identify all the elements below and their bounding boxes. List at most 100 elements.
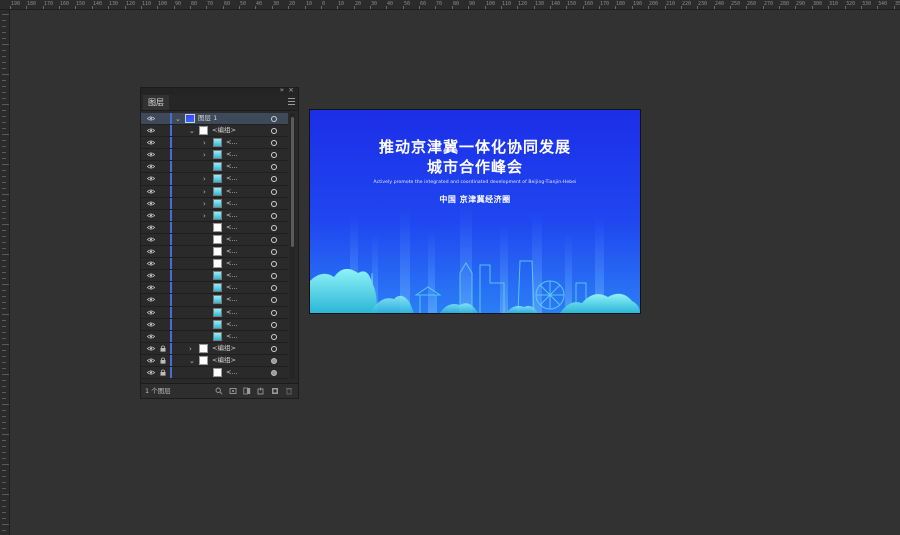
target-circle-icon[interactable] [271,140,277,147]
lock-toggle-icon[interactable] [160,345,166,352]
expand-chevron-icon[interactable]: › [203,139,206,147]
lock-toggle-icon[interactable] [160,151,166,158]
lock-toggle-icon[interactable] [160,260,166,267]
target-circle-icon[interactable] [271,164,277,171]
target-circle-icon[interactable] [271,128,277,135]
object-row[interactable]: <... [141,330,288,343]
target-circle-icon[interactable] [271,116,277,122]
lock-toggle-icon[interactable] [160,200,166,207]
target-circle-icon[interactable] [271,357,277,364]
object-row[interactable]: <... [141,221,288,234]
visibility-eye-icon[interactable] [147,273,155,278]
object-row[interactable]: <... [141,282,288,295]
lock-toggle-icon[interactable] [160,296,166,303]
visibility-eye-icon[interactable] [147,297,155,302]
scrollbar-thumb[interactable] [291,117,294,247]
target-circle-icon[interactable] [271,285,277,292]
visibility-eye-icon[interactable] [147,346,155,351]
lock-toggle-icon[interactable] [160,139,166,146]
object-row[interactable]: <... [141,306,288,319]
target-circle-icon[interactable] [271,333,277,340]
new-layer-icon[interactable] [271,387,279,395]
object-row[interactable]: › <... [141,137,288,150]
visibility-eye-icon[interactable] [147,249,155,254]
visibility-eye-icon[interactable] [147,285,155,290]
lock-toggle-icon[interactable] [160,357,166,364]
collapse-chevron-icon[interactable]: ⌄ [189,357,195,365]
expand-chevron-icon[interactable]: › [203,212,206,220]
visibility-eye-icon[interactable] [147,176,155,181]
target-circle-icon[interactable] [271,200,277,207]
visibility-eye-icon[interactable] [147,116,155,121]
expand-chevron-icon[interactable]: › [203,175,206,183]
lock-toggle-icon[interactable] [160,175,166,182]
object-row[interactable]: <... [141,258,288,271]
collapse-chevron-icon[interactable]: ⌄ [189,127,195,135]
group-row[interactable]: ⌄ <编组> [141,125,288,138]
lock-toggle-icon[interactable] [160,236,166,243]
layer-list-scrollbar[interactable] [290,113,295,379]
target-circle-icon[interactable] [271,188,277,195]
target-circle-icon[interactable] [271,273,277,280]
new-sublayer-icon[interactable] [257,387,265,395]
visibility-eye-icon[interactable] [147,358,155,363]
visibility-eye-icon[interactable] [147,213,155,218]
lock-toggle-icon[interactable] [160,321,166,328]
collapse-panel-icon[interactable]: » [280,86,284,94]
artboard[interactable]: 推动京津冀一体化协同发展 城市合作峰会 Actively promote the… [309,109,641,314]
lock-toggle-icon[interactable] [160,127,166,134]
visibility-eye-icon[interactable] [147,201,155,206]
lock-toggle-icon[interactable] [160,333,166,340]
target-circle-icon[interactable] [271,212,277,219]
lock-toggle-icon[interactable] [160,115,166,122]
visibility-eye-icon[interactable] [147,322,155,327]
group-row[interactable]: › <编组> [141,342,288,355]
lock-toggle-icon[interactable] [160,369,166,376]
target-circle-icon[interactable] [271,176,277,183]
visibility-eye-icon[interactable] [147,128,155,133]
lock-toggle-icon[interactable] [160,224,166,231]
visibility-eye-icon[interactable] [147,310,155,315]
target-circle-icon[interactable] [271,369,277,376]
lock-toggle-icon[interactable] [160,284,166,291]
group-row[interactable]: ⌄ <编组> [141,354,288,367]
object-row[interactable]: › <... [141,185,288,198]
object-row[interactable]: <... [141,366,288,379]
object-row[interactable]: <... [141,318,288,331]
visibility-eye-icon[interactable] [147,261,155,266]
collapse-chevron-icon[interactable]: ⌄ [175,115,181,123]
expand-chevron-icon[interactable]: › [203,151,206,159]
object-row[interactable]: <... [141,246,288,259]
object-row[interactable]: <... [141,270,288,283]
object-row[interactable]: <... [141,161,288,174]
panel-grip[interactable]: » × [141,86,298,95]
vertical-ruler[interactable] [0,10,10,535]
object-row[interactable]: › <... [141,173,288,186]
horizontal-ruler[interactable]: 190 180 170 160 150 140 130 120 110 100 90 80 70 60 50… [0,0,900,10]
object-row[interactable]: › <... [141,209,288,222]
target-circle-icon[interactable] [271,345,277,352]
target-circle-icon[interactable] [271,152,277,159]
search-icon[interactable] [215,387,223,395]
expand-chevron-icon[interactable]: › [203,188,206,196]
target-circle-icon[interactable] [271,309,277,316]
object-row[interactable]: <... [141,294,288,307]
tab-layers[interactable]: 图层 [143,95,169,110]
lock-toggle-icon[interactable] [160,248,166,255]
visibility-eye-icon[interactable] [147,370,155,375]
clipping-mask-icon[interactable] [243,387,251,395]
visibility-eye-icon[interactable] [147,334,155,339]
lock-toggle-icon[interactable] [160,163,166,170]
visibility-eye-icon[interactable] [147,140,155,145]
layer-row[interactable]: ⌄ 图层 1 [141,113,288,126]
lock-toggle-icon[interactable] [160,272,166,279]
target-circle-icon[interactable] [271,224,277,231]
panel-menu-icon[interactable] [288,98,295,107]
object-row[interactable]: › <... [141,149,288,162]
target-circle-icon[interactable] [271,261,277,268]
expand-chevron-icon[interactable]: › [189,345,192,353]
target-circle-icon[interactable] [271,297,277,304]
visibility-eye-icon[interactable] [147,225,155,230]
object-row[interactable]: › <... [141,197,288,210]
object-row[interactable]: <... [141,233,288,247]
